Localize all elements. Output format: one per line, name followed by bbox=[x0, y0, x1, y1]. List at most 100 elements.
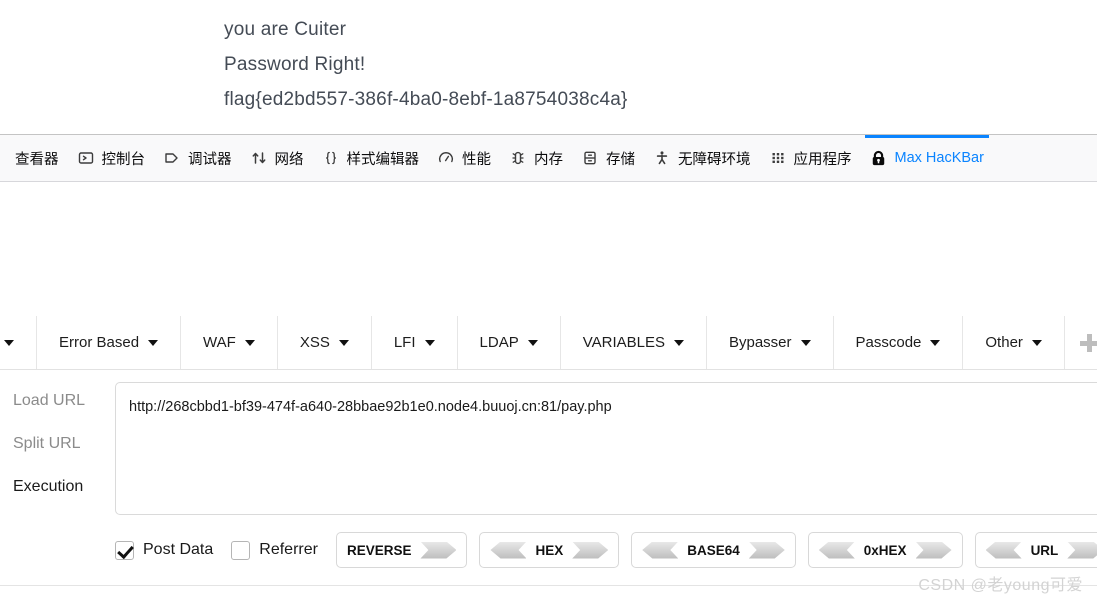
tab-max-hackbar[interactable]: Max HacKBar bbox=[861, 135, 993, 181]
chevron-down-icon bbox=[338, 339, 349, 346]
tab-performance[interactable]: 性能 bbox=[428, 135, 500, 181]
hackbar-menubar: Error Based WAF XSS LFI LDAP VARIABLES B… bbox=[0, 316, 1097, 370]
menu-label: VARIABLES bbox=[582, 334, 665, 351]
chevron-right-icon[interactable] bbox=[572, 541, 609, 559]
menu-label: LFI bbox=[393, 334, 416, 351]
tab-accessibility[interactable]: 无障碍环境 bbox=[644, 135, 760, 181]
tab-storage[interactable]: 存储 bbox=[572, 135, 644, 181]
referrer-checkbox-label: Referrer bbox=[259, 541, 318, 558]
post-data-checkbox-label: Post Data bbox=[143, 541, 214, 558]
chevron-right-icon[interactable] bbox=[420, 541, 457, 559]
chevron-down-icon bbox=[424, 339, 435, 346]
menu-label: Bypasser bbox=[728, 334, 792, 351]
tab-label: 控制台 bbox=[101, 151, 146, 168]
referrer-checkbox[interactable] bbox=[231, 540, 251, 560]
encoder-label: REVERSE bbox=[346, 542, 412, 558]
load-url-button[interactable]: Load URL bbox=[13, 392, 115, 410]
post-data-checkbox[interactable] bbox=[115, 540, 134, 560]
tab-inspector[interactable]: 查看器 bbox=[6, 135, 68, 181]
gauge-icon bbox=[437, 149, 455, 167]
chevron-down-icon bbox=[4, 339, 14, 346]
add-tab-button[interactable] bbox=[1065, 316, 1097, 369]
encoder-label: 0xHEX bbox=[863, 542, 907, 558]
page-output: you are Cuiter Password Right! flag{ed2b… bbox=[224, 12, 1084, 117]
hackbar-menu-lfi[interactable]: LFI bbox=[370, 316, 458, 369]
menu-label: XSS bbox=[299, 334, 330, 351]
hackbar-menu-ldap[interactable]: LDAP bbox=[456, 316, 561, 369]
tab-debugger[interactable]: 调试器 bbox=[154, 135, 241, 181]
watermark: CSDN @老young可爱 bbox=[918, 577, 1083, 594]
hackbar-menu-waf[interactable]: WAF bbox=[180, 316, 278, 369]
execution-button[interactable]: Execution bbox=[13, 478, 115, 496]
url-input[interactable]: http://268cbbd1-bf39-474f-a640-28bbae92b… bbox=[115, 382, 1097, 515]
tab-memory[interactable]: 内存 bbox=[500, 135, 572, 181]
chevron-left-icon[interactable] bbox=[490, 541, 527, 559]
hackbar-menu-other[interactable]: Other bbox=[962, 316, 1065, 369]
devtools-panel: 查看器 控制台 调试器 网络 样式编辑器 性能 内存 存储 无障碍环境 应用程序… bbox=[0, 134, 1097, 603]
chevron-down-icon bbox=[930, 339, 941, 346]
chevron-left-icon[interactable] bbox=[642, 541, 679, 559]
tab-application[interactable]: 应用程序 bbox=[760, 135, 861, 181]
debugger-icon bbox=[163, 149, 181, 167]
tab-label: 网络 bbox=[274, 151, 304, 168]
tab-label: 性能 bbox=[462, 151, 491, 168]
lock-icon bbox=[870, 149, 888, 167]
hackbar-menu-variables[interactable]: VARIABLES bbox=[559, 316, 707, 369]
chevron-right-icon[interactable] bbox=[748, 541, 785, 559]
chevron-down-icon bbox=[1031, 339, 1042, 346]
chevron-right-icon[interactable] bbox=[915, 541, 952, 559]
menu-label: Passcode bbox=[855, 334, 922, 351]
memory-chip-icon bbox=[509, 149, 527, 167]
hackbar-menu-bypasser[interactable]: Bypasser bbox=[705, 316, 834, 369]
accessibility-icon bbox=[653, 149, 671, 167]
output-line-2: Password Right! bbox=[224, 54, 366, 75]
encoder-hex-button[interactable]: HEX bbox=[479, 532, 620, 568]
encoder-url-button[interactable]: URL bbox=[974, 532, 1097, 568]
encoder-reverse-button[interactable]: REVERSE bbox=[335, 532, 468, 568]
chevron-down-icon bbox=[673, 339, 684, 346]
referrer-checkbox-wrap[interactable]: Referrer bbox=[231, 540, 318, 560]
encoder-base64-button[interactable]: BASE64 bbox=[631, 532, 796, 568]
hackbar-panel: Error Based WAF XSS LFI LDAP VARIABLES B… bbox=[0, 316, 1097, 603]
tab-style-editor[interactable]: 样式编辑器 bbox=[313, 135, 429, 181]
hackbar-menu-xss[interactable]: XSS bbox=[276, 316, 372, 369]
tab-label: Max HacKBar bbox=[894, 150, 984, 166]
chevron-right-icon[interactable] bbox=[1067, 541, 1097, 559]
chevron-down-icon bbox=[148, 339, 159, 346]
encoder-label: BASE64 bbox=[687, 542, 740, 558]
encoder-0xhex-button[interactable]: 0xHEX bbox=[807, 532, 963, 568]
hackbar-body: Load URL Split URL Execution http://268c… bbox=[0, 370, 1097, 603]
hackbar-menu-error-based[interactable]: Error Based bbox=[36, 316, 182, 369]
tab-label: 查看器 bbox=[15, 151, 59, 168]
menu-label: Error Based bbox=[59, 334, 140, 351]
menu-label: Other bbox=[985, 334, 1023, 351]
tab-label: 内存 bbox=[534, 151, 563, 168]
tab-console[interactable]: 控制台 bbox=[68, 135, 155, 181]
encoder-label: HEX bbox=[535, 542, 564, 558]
console-icon bbox=[77, 149, 95, 167]
tab-label: 应用程序 bbox=[793, 151, 852, 168]
url-action-list: Load URL Split URL Execution bbox=[0, 382, 115, 515]
output-line-1: you are Cuiter bbox=[224, 19, 347, 40]
tab-label: 存储 bbox=[606, 151, 635, 168]
url-row: Load URL Split URL Execution http://268c… bbox=[0, 370, 1097, 515]
plus-icon bbox=[1079, 333, 1097, 353]
split-url-button[interactable]: Split URL bbox=[13, 435, 115, 453]
chevron-down-icon bbox=[244, 339, 255, 346]
grid-dots-icon bbox=[769, 149, 787, 167]
screen: you are Cuiter Password Right! flag{ed2b… bbox=[0, 0, 1097, 603]
hackbar-menu-passcode[interactable]: Passcode bbox=[832, 316, 964, 369]
post-data-checkbox-wrap[interactable]: Post Data bbox=[115, 540, 214, 560]
chevron-left-icon[interactable] bbox=[985, 541, 1022, 559]
braces-icon bbox=[322, 149, 340, 167]
devtools-tabbar: 查看器 控制台 调试器 网络 样式编辑器 性能 内存 存储 无障碍环境 应用程序… bbox=[0, 135, 1097, 182]
tab-network[interactable]: 网络 bbox=[241, 135, 313, 181]
tab-label: 调试器 bbox=[188, 151, 232, 168]
output-flag: flag{ed2bd557-386f-4ba0-8ebf-1a8754038c4… bbox=[224, 89, 628, 110]
tab-label: 无障碍环境 bbox=[678, 151, 751, 168]
chevron-left-icon[interactable] bbox=[818, 541, 855, 559]
menu-label: WAF bbox=[203, 334, 236, 351]
hackbar-menu-overflow-left[interactable] bbox=[0, 316, 37, 369]
chevron-down-icon bbox=[527, 339, 538, 346]
encoder-label: URL bbox=[1030, 542, 1059, 558]
